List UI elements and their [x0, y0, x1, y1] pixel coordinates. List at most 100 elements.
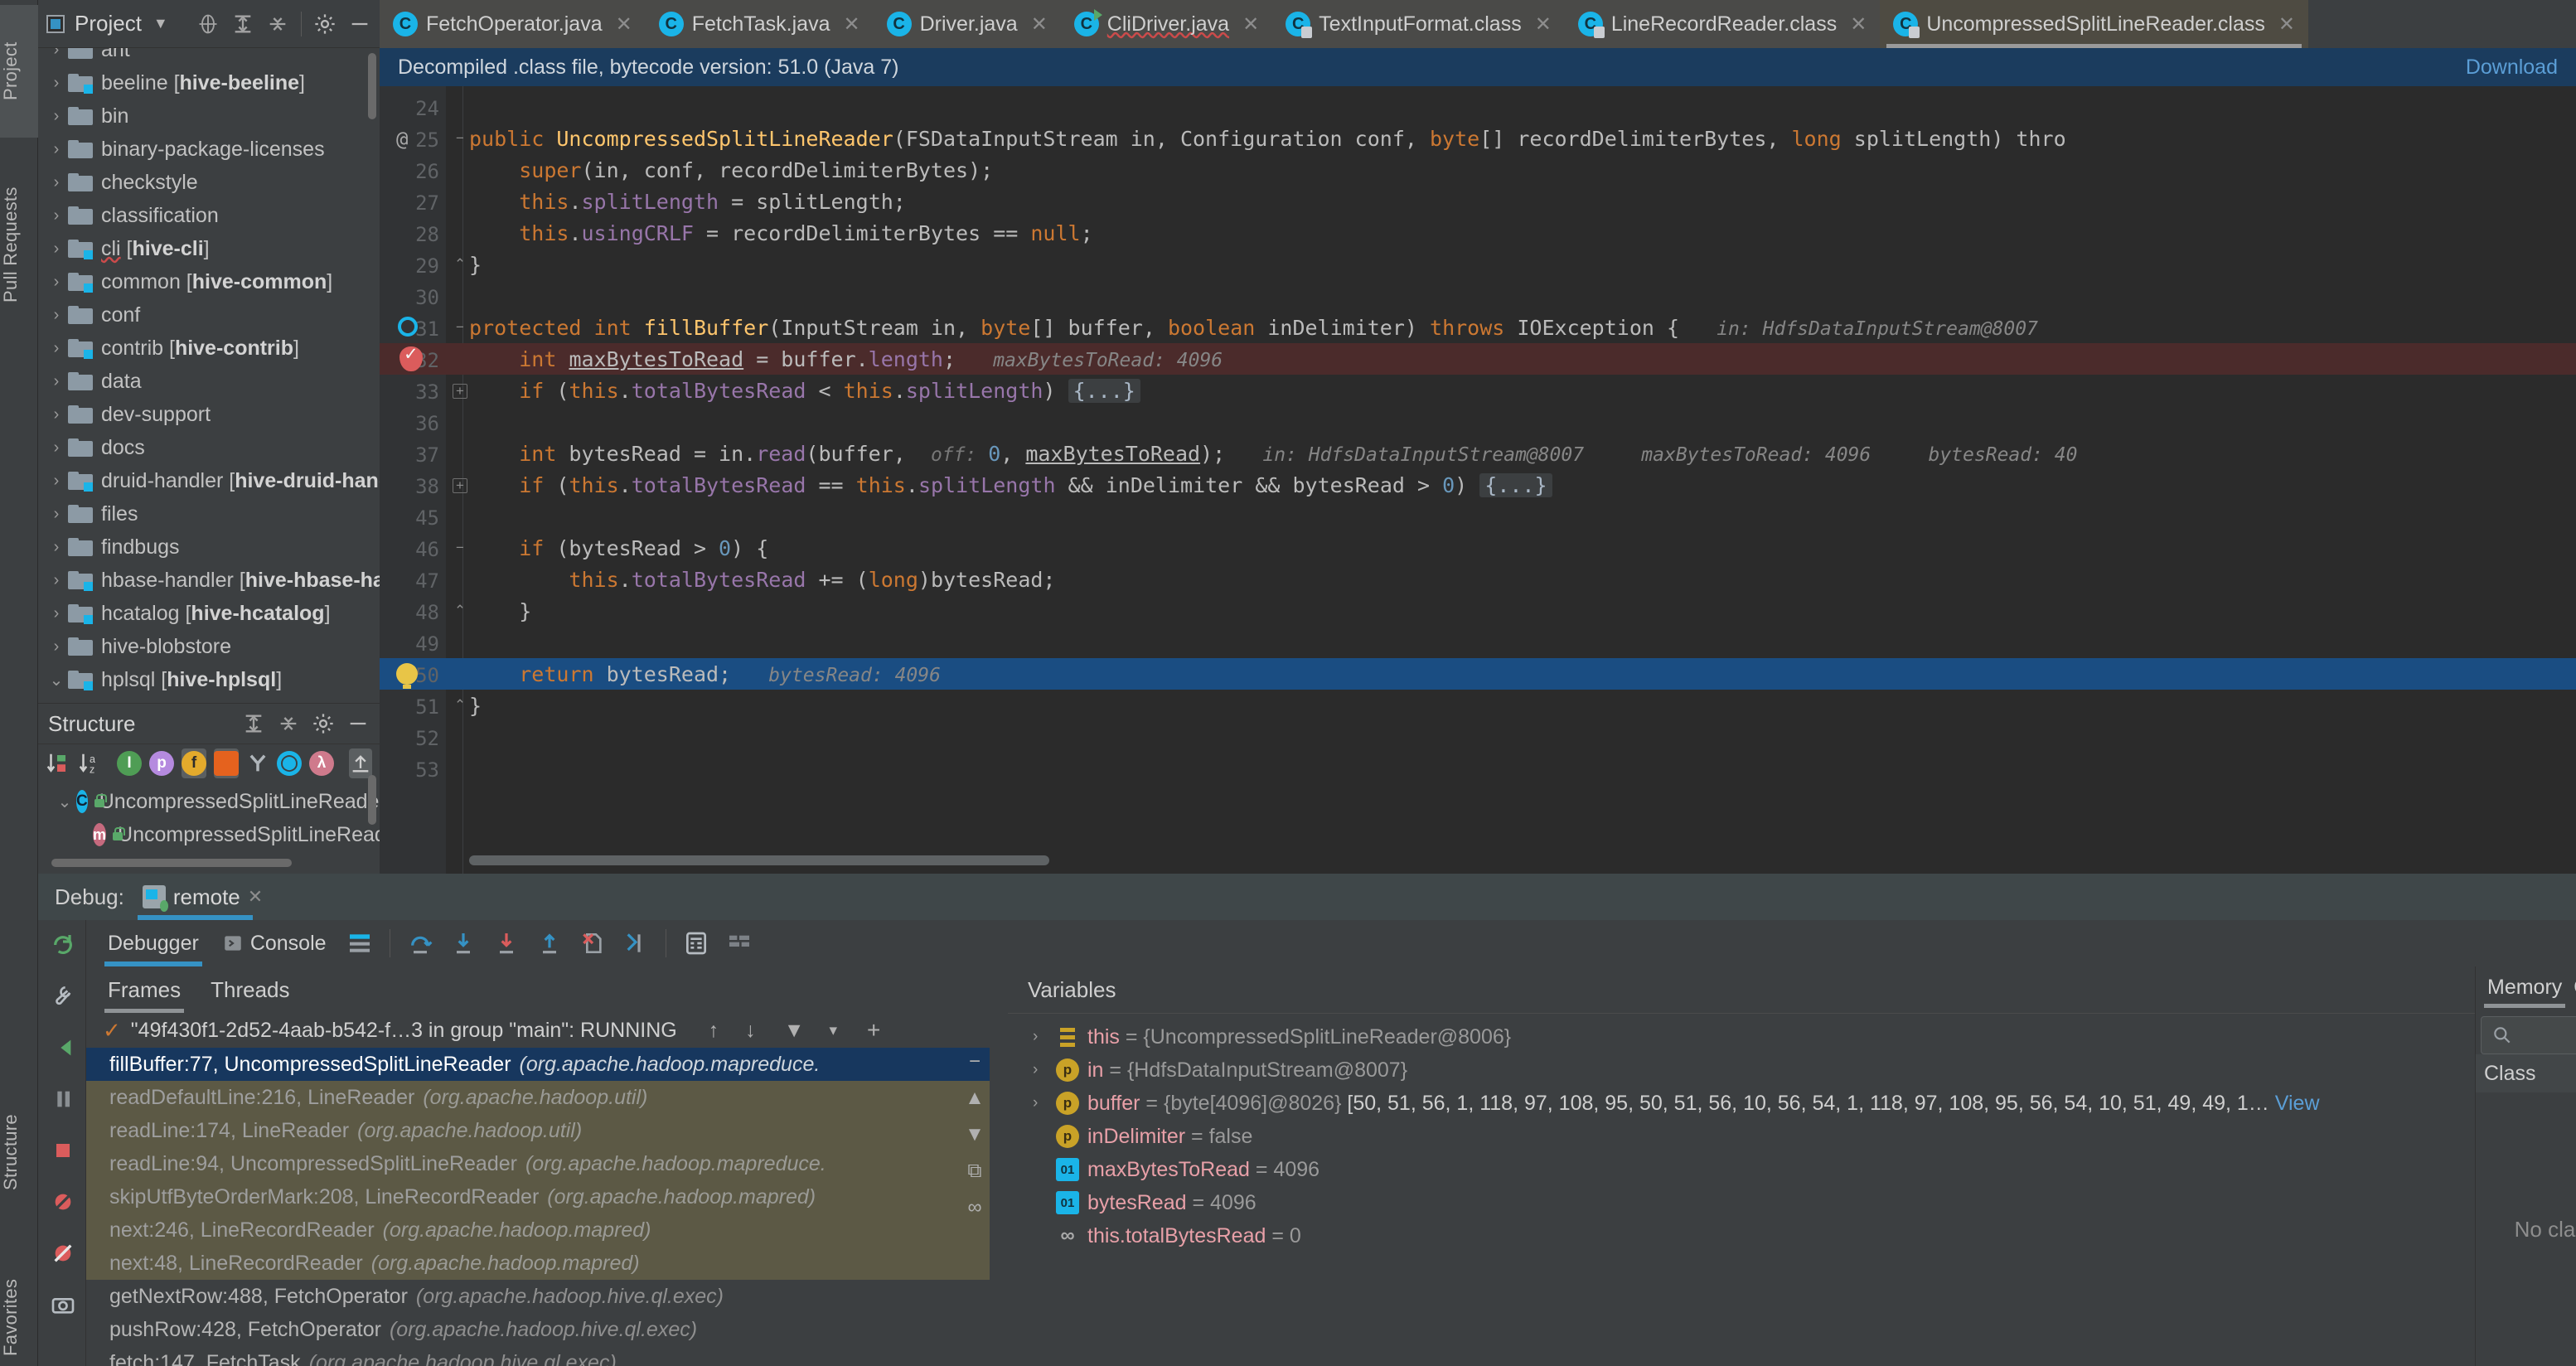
- chevron-right-icon[interactable]: ›: [45, 74, 68, 93]
- collapse-all-icon[interactable]: [277, 712, 300, 735]
- tab-threads[interactable]: Threads: [211, 966, 289, 1013]
- remove-icon[interactable]: −: [961, 1048, 989, 1076]
- project-tree-item[interactable]: › druid-handler [hive-druid-handler]: [38, 464, 380, 497]
- show-inherited-icon[interactable]: I: [117, 748, 142, 778]
- code-line[interactable]: public UncompressedSplitLineReader(FSDat…: [380, 123, 2576, 154]
- move-down-icon[interactable]: ↓: [745, 1019, 756, 1043]
- variable-row[interactable]: › this = {UncompressedSplitLineReader@800…: [1008, 1020, 2475, 1054]
- variable-row[interactable]: › p in = {HdfsDataInputStream@8007}: [1008, 1054, 2475, 1087]
- frame-row[interactable]: pushRow:428, FetchOperator (org.apache.ha…: [86, 1313, 990, 1346]
- show-properties-icon[interactable]: p: [149, 748, 174, 778]
- scroll-up-icon[interactable]: ▲: [961, 1084, 989, 1112]
- chevron-down-icon[interactable]: ⌄: [45, 670, 68, 690]
- project-tree-scrollbar[interactable]: [368, 53, 376, 119]
- project-tree-item[interactable]: › checkstyle: [38, 166, 380, 199]
- frames-list[interactable]: ✓ "49f430f1-2d52-4aab-b542-f…3 in group …: [86, 1013, 990, 1366]
- project-tree-item[interactable]: › binary-package-licenses: [38, 133, 380, 166]
- variable-row[interactable]: p inDelimiter = false: [1008, 1120, 2475, 1153]
- frame-row[interactable]: readLine:94, UncompressedSplitLineReader…: [86, 1147, 990, 1180]
- dropdown-icon[interactable]: ▾: [829, 1021, 837, 1040]
- copy-icon[interactable]: ⧉: [961, 1157, 989, 1185]
- code-line[interactable]: if (this.totalBytesRead == this.splitLen…: [380, 469, 2576, 501]
- code-line[interactable]: protected int fillBuffer(InputStream in,…: [380, 312, 2576, 343]
- show-lambdas-icon[interactable]: λ: [309, 748, 334, 778]
- show-fields-icon[interactable]: f: [182, 748, 206, 778]
- project-tree-item[interactable]: › classification: [38, 199, 380, 232]
- editor-tab[interactable]: C CliDriver.java ✕: [1060, 0, 1273, 48]
- download-sources-link[interactable]: Download: [2466, 56, 2558, 80]
- sidebar-item-favorites[interactable]: Favorites: [0, 1268, 38, 1366]
- chevron-right-icon[interactable]: ›: [45, 48, 68, 60]
- watches-icon[interactable]: ∞: [961, 1194, 989, 1222]
- hide-panel-icon[interactable]: [346, 712, 370, 735]
- project-tree-item[interactable]: › dev-support: [38, 398, 380, 431]
- chevron-right-icon[interactable]: ›: [45, 604, 68, 623]
- project-tree-item[interactable]: › files: [38, 497, 380, 530]
- variable-row[interactable]: › p buffer = {byte[4096]@8026} [50, 51, 56…: [1008, 1087, 2475, 1120]
- close-icon[interactable]: ✕: [1535, 12, 1552, 36]
- code-line[interactable]: this.splitLength = splitLength;: [380, 186, 2576, 217]
- chevron-right-icon[interactable]: ›: [45, 372, 68, 391]
- close-icon[interactable]: ✕: [843, 12, 859, 36]
- frame-row[interactable]: getNextRow:488, FetchOperator (org.apache…: [86, 1280, 990, 1313]
- locate-icon[interactable]: [196, 12, 220, 36]
- step-out-icon[interactable]: [536, 930, 563, 957]
- code-line[interactable]: }: [380, 595, 2576, 627]
- evaluate-expression-icon[interactable]: [683, 930, 709, 957]
- camera-icon[interactable]: [50, 1291, 76, 1318]
- mute-breakpoints-icon[interactable]: [50, 1189, 76, 1215]
- chevron-right-icon[interactable]: ›: [45, 438, 68, 458]
- frame-row[interactable]: readLine:174, LineReader (org.apache.hado…: [86, 1114, 990, 1147]
- tab-debugger[interactable]: Debugger: [104, 920, 202, 966]
- code-line[interactable]: this.totalBytesRead += (long)bytesRead;: [380, 564, 2576, 595]
- structure-tree[interactable]: ⌄ C UncompressedSplitLineReader m Uncomp…: [38, 775, 621, 867]
- project-tree-item[interactable]: › hcatalog [hive-hcatalog]: [38, 597, 380, 630]
- chevron-down-icon[interactable]: ⌄: [53, 792, 76, 812]
- code-line[interactable]: return bytesRead; bytesRead: 4096: [380, 658, 2576, 690]
- frame-row[interactable]: next:246, LineRecordReader (org.apache.ha…: [86, 1213, 990, 1247]
- sort-by-visibility-icon[interactable]: [45, 748, 70, 778]
- code-line[interactable]: [380, 501, 2576, 532]
- view-breakpoints-icon[interactable]: [50, 1240, 76, 1267]
- structure-row-class[interactable]: ⌄ C UncompressedSplitLineReader: [38, 785, 386, 818]
- resume-icon[interactable]: [50, 1034, 76, 1061]
- project-tree-item[interactable]: › bin: [38, 99, 380, 133]
- chevron-right-icon[interactable]: ›: [45, 472, 68, 491]
- frame-row[interactable]: next:48, LineRecordReader (org.apache.had…: [86, 1247, 990, 1280]
- chevron-right-icon[interactable]: ›: [1033, 1094, 1056, 1112]
- variable-row[interactable]: 01 bytesRead = 4096: [1008, 1186, 2475, 1219]
- code-line[interactable]: int bytesRead = in.read(buffer, off: 0, …: [380, 438, 2576, 469]
- view-array-link[interactable]: View: [2269, 1092, 2320, 1116]
- code-line[interactable]: if (bytesRead > 0) {: [380, 532, 2576, 564]
- code-line[interactable]: if (this.totalBytesRead < this.splitLeng…: [380, 375, 2576, 406]
- move-up-icon[interactable]: ↑: [709, 1019, 719, 1043]
- close-icon[interactable]: ✕: [1242, 12, 1259, 36]
- force-step-into-icon[interactable]: [493, 930, 520, 957]
- chevron-right-icon[interactable]: ›: [45, 538, 68, 557]
- scroll-down-icon[interactable]: ▼: [961, 1121, 989, 1149]
- thread-row[interactable]: ✓ "49f430f1-2d52-4aab-b542-f…3 in group …: [86, 1013, 990, 1048]
- chevron-down-icon[interactable]: ▼: [153, 15, 168, 32]
- close-icon[interactable]: ✕: [2278, 12, 2295, 36]
- group-methods-icon[interactable]: [246, 748, 269, 778]
- editor-tab[interactable]: C UncompressedSplitLineReader.class ✕: [1880, 0, 2308, 48]
- code-line[interactable]: [380, 753, 2576, 784]
- project-tree-item[interactable]: › hbase-handler [hive-hbase-handler]: [38, 564, 380, 597]
- drop-frame-icon[interactable]: [579, 930, 606, 957]
- code-line[interactable]: int maxBytesToRead = buffer.length; maxB…: [380, 343, 2576, 375]
- chevron-right-icon[interactable]: ›: [45, 206, 68, 225]
- chevron-right-icon[interactable]: ›: [1033, 1028, 1056, 1046]
- chevron-right-icon[interactable]: ›: [45, 173, 68, 192]
- project-tree-item[interactable]: › findbugs: [38, 530, 380, 564]
- structure-hscrollbar[interactable]: [51, 859, 292, 867]
- gear-icon[interactable]: [313, 12, 337, 36]
- gear-icon[interactable]: [312, 712, 335, 735]
- code-line[interactable]: [380, 280, 2576, 312]
- code-line[interactable]: [380, 627, 2576, 658]
- pause-icon[interactable]: [50, 1086, 76, 1112]
- code-line[interactable]: [380, 406, 2576, 438]
- chevron-right-icon[interactable]: ›: [45, 273, 68, 292]
- memory-search-input[interactable]: [2481, 1016, 2576, 1054]
- project-tree-item[interactable]: › data: [38, 365, 380, 398]
- project-tree-item[interactable]: › contrib [hive-contrib]: [38, 332, 380, 365]
